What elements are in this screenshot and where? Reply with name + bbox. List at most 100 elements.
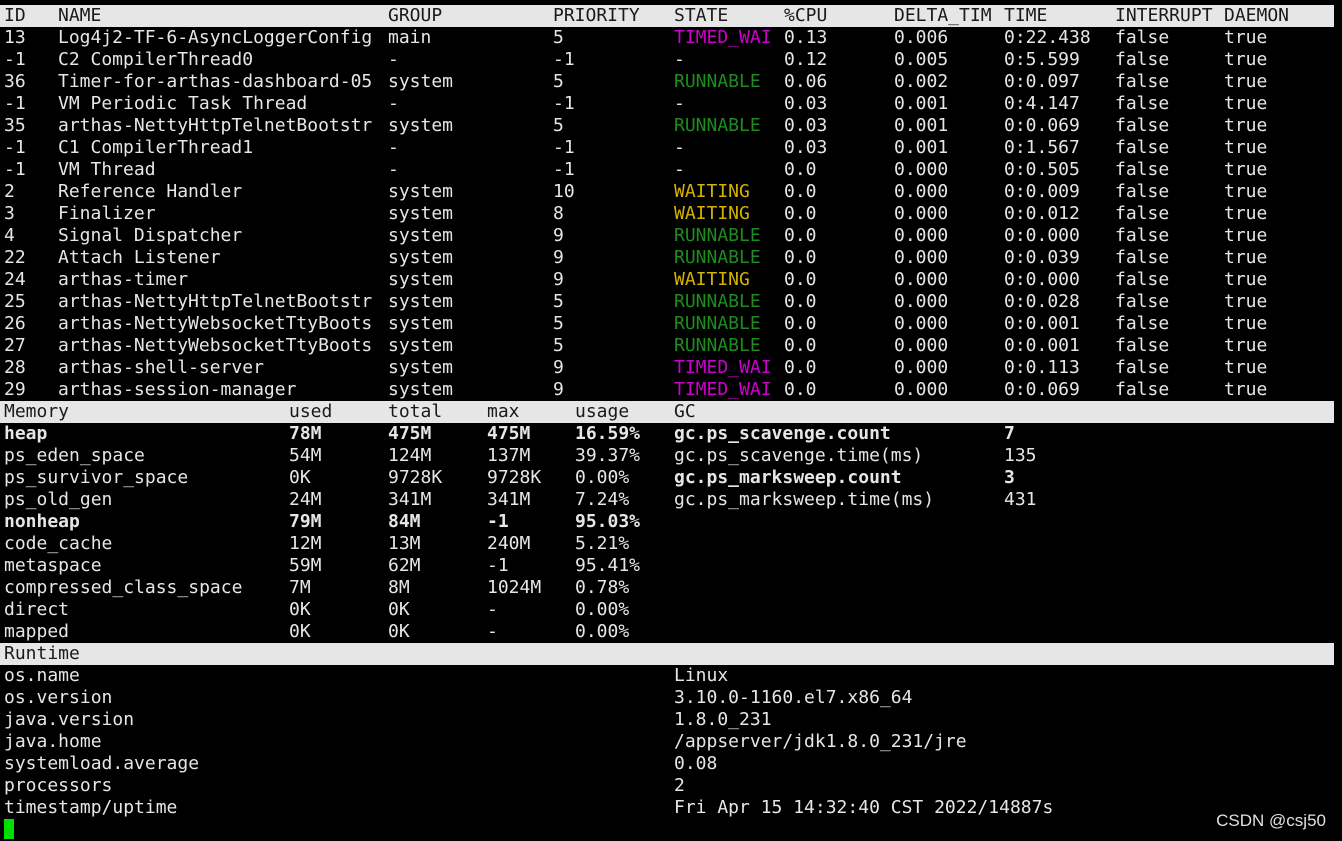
thread-cpu: 0.0 xyxy=(784,379,817,400)
table-row: nonheap 79M 84M -1 95.03% xyxy=(0,511,1334,533)
column-header: DAEMON xyxy=(1224,5,1290,26)
thread-cpu: 0.0 xyxy=(784,225,817,246)
thread-cpu: 0.03 xyxy=(784,93,828,114)
column-header: usage xyxy=(575,401,630,422)
memory-name: ps_survivor_space xyxy=(4,467,189,488)
watermark: CSDN @csj50 xyxy=(1216,811,1326,830)
table-row: 22 Attach Listener system 9 RUNNABLE 0.0 0.000… xyxy=(0,247,1334,269)
thread-priority: -1 xyxy=(553,49,575,70)
memory-total: 124M xyxy=(388,445,432,466)
thread-interrupt: false xyxy=(1115,269,1170,290)
runtime-table-header: Runtime xyxy=(0,643,1334,665)
runtime-key: systemload.average xyxy=(4,753,200,774)
thread-time: 0:0.028 xyxy=(1004,291,1080,312)
thread-interrupt: false xyxy=(1115,115,1170,136)
memory-total: 0K xyxy=(388,599,410,620)
memory-total: 341M xyxy=(388,489,432,510)
memory-usage: 0.00% xyxy=(575,621,630,642)
memory-max: 341M xyxy=(487,489,531,510)
thread-state: RUNNABLE xyxy=(674,291,761,312)
thread-cpu: 0.12 xyxy=(784,49,828,70)
memory-total: 84M xyxy=(388,511,421,532)
thread-daemon: true xyxy=(1224,335,1268,356)
thread-delta-time: 0.000 xyxy=(894,313,949,334)
memory-used: 12M xyxy=(289,533,322,554)
memory-usage: 0.78% xyxy=(575,577,630,598)
table-row: os.name Linux xyxy=(0,665,1334,687)
thread-daemon: true xyxy=(1224,379,1268,400)
thread-name: arthas-shell-server xyxy=(58,357,264,378)
thread-state: RUNNABLE xyxy=(674,247,761,268)
thread-state: WAITING xyxy=(674,181,750,202)
thread-id: -1 xyxy=(4,93,26,114)
thread-time: 0:0.069 xyxy=(1004,115,1080,136)
thread-cpu: 0.0 xyxy=(784,181,817,202)
thread-delta-time: 0.000 xyxy=(894,291,949,312)
thread-daemon: true xyxy=(1224,357,1268,378)
arthas-dashboard-terminal[interactable]: ID NAME GROUP PRIORITY STATE %CPU DELTA_TIM TIM… xyxy=(0,0,1342,841)
thread-delta-time: 0.006 xyxy=(894,27,949,48)
table-row: code_cache 12M 13M 240M 5.21% xyxy=(0,533,1334,555)
memory-used: 78M xyxy=(289,423,322,444)
thread-name: Signal Dispatcher xyxy=(58,225,243,246)
thread-cpu: 0.06 xyxy=(784,71,828,92)
memory-used: 79M xyxy=(289,511,322,532)
memory-total: 8M xyxy=(388,577,410,598)
thread-table-header: ID NAME GROUP PRIORITY STATE %CPU DELTA_TIM TIM… xyxy=(0,5,1334,27)
thread-state: - xyxy=(674,49,685,70)
column-header: ID xyxy=(4,5,26,26)
runtime-key: os.name xyxy=(4,665,80,686)
thread-delta-time: 0.001 xyxy=(894,137,949,158)
memory-max: - xyxy=(487,599,498,620)
memory-total: 9728K xyxy=(388,467,443,488)
column-header: PRIORITY xyxy=(553,5,640,26)
thread-cpu: 0.0 xyxy=(784,335,817,356)
memory-max: - xyxy=(487,621,498,642)
thread-delta-time: 0.000 xyxy=(894,181,949,202)
thread-name: Finalizer xyxy=(58,203,156,224)
memory-usage: 95.41% xyxy=(575,555,641,576)
thread-delta-time: 0.000 xyxy=(894,203,949,224)
thread-daemon: true xyxy=(1224,203,1268,224)
runtime-value: 1.8.0_231 xyxy=(674,709,772,730)
thread-name: arthas-NettyWebsocketTtyBoots xyxy=(58,335,373,356)
memory-name: heap xyxy=(4,423,48,444)
memory-max: -1 xyxy=(487,555,509,576)
thread-group: system xyxy=(388,313,454,334)
thread-name: VM Thread xyxy=(58,159,156,180)
thread-group: main xyxy=(388,27,432,48)
thread-time: 0:0.012 xyxy=(1004,203,1080,224)
table-row: java.home/appserver/jdk1.8.0_231/jre xyxy=(0,731,1334,753)
thread-id: 28 xyxy=(4,357,26,378)
thread-group: system xyxy=(388,291,454,312)
thread-time: 0:22.438 xyxy=(1004,27,1091,48)
thread-cpu: 0.03 xyxy=(784,137,828,158)
column-header: GROUP xyxy=(388,5,443,26)
thread-cpu: 0.0 xyxy=(784,247,817,268)
thread-name: Log4j2-TF-6-AsyncLoggerConfig xyxy=(58,27,373,48)
terminal-cursor xyxy=(4,819,14,839)
thread-id: 4 xyxy=(4,225,15,246)
thread-daemon: true xyxy=(1224,137,1268,158)
thread-daemon: true xyxy=(1224,313,1268,334)
memory-name: nonheap xyxy=(4,511,80,532)
memory-total: 13M xyxy=(388,533,421,554)
table-row: ps_old_gen 24M 341M 341M 7.24% gc.ps_markswee… xyxy=(0,489,1334,511)
thread-daemon: true xyxy=(1224,71,1268,92)
thread-priority: 5 xyxy=(553,71,564,92)
thread-group: system xyxy=(388,115,454,136)
thread-delta-time: 0.000 xyxy=(894,247,949,268)
thread-cpu: 0.13 xyxy=(784,27,828,48)
gc-value: 3 xyxy=(1004,467,1015,488)
thread-interrupt: false xyxy=(1115,137,1170,158)
memory-total: 62M xyxy=(388,555,421,576)
thread-time: 0:0.097 xyxy=(1004,71,1080,92)
thread-interrupt: false xyxy=(1115,71,1170,92)
thread-group: system xyxy=(388,335,454,356)
thread-state: - xyxy=(674,93,685,114)
thread-name: arthas-NettyHttpTelnetBootstr xyxy=(58,291,373,312)
memory-max: -1 xyxy=(487,511,509,532)
thread-cpu: 0.0 xyxy=(784,357,817,378)
thread-state: WAITING xyxy=(674,269,750,290)
gc-value: 7 xyxy=(1004,423,1015,444)
